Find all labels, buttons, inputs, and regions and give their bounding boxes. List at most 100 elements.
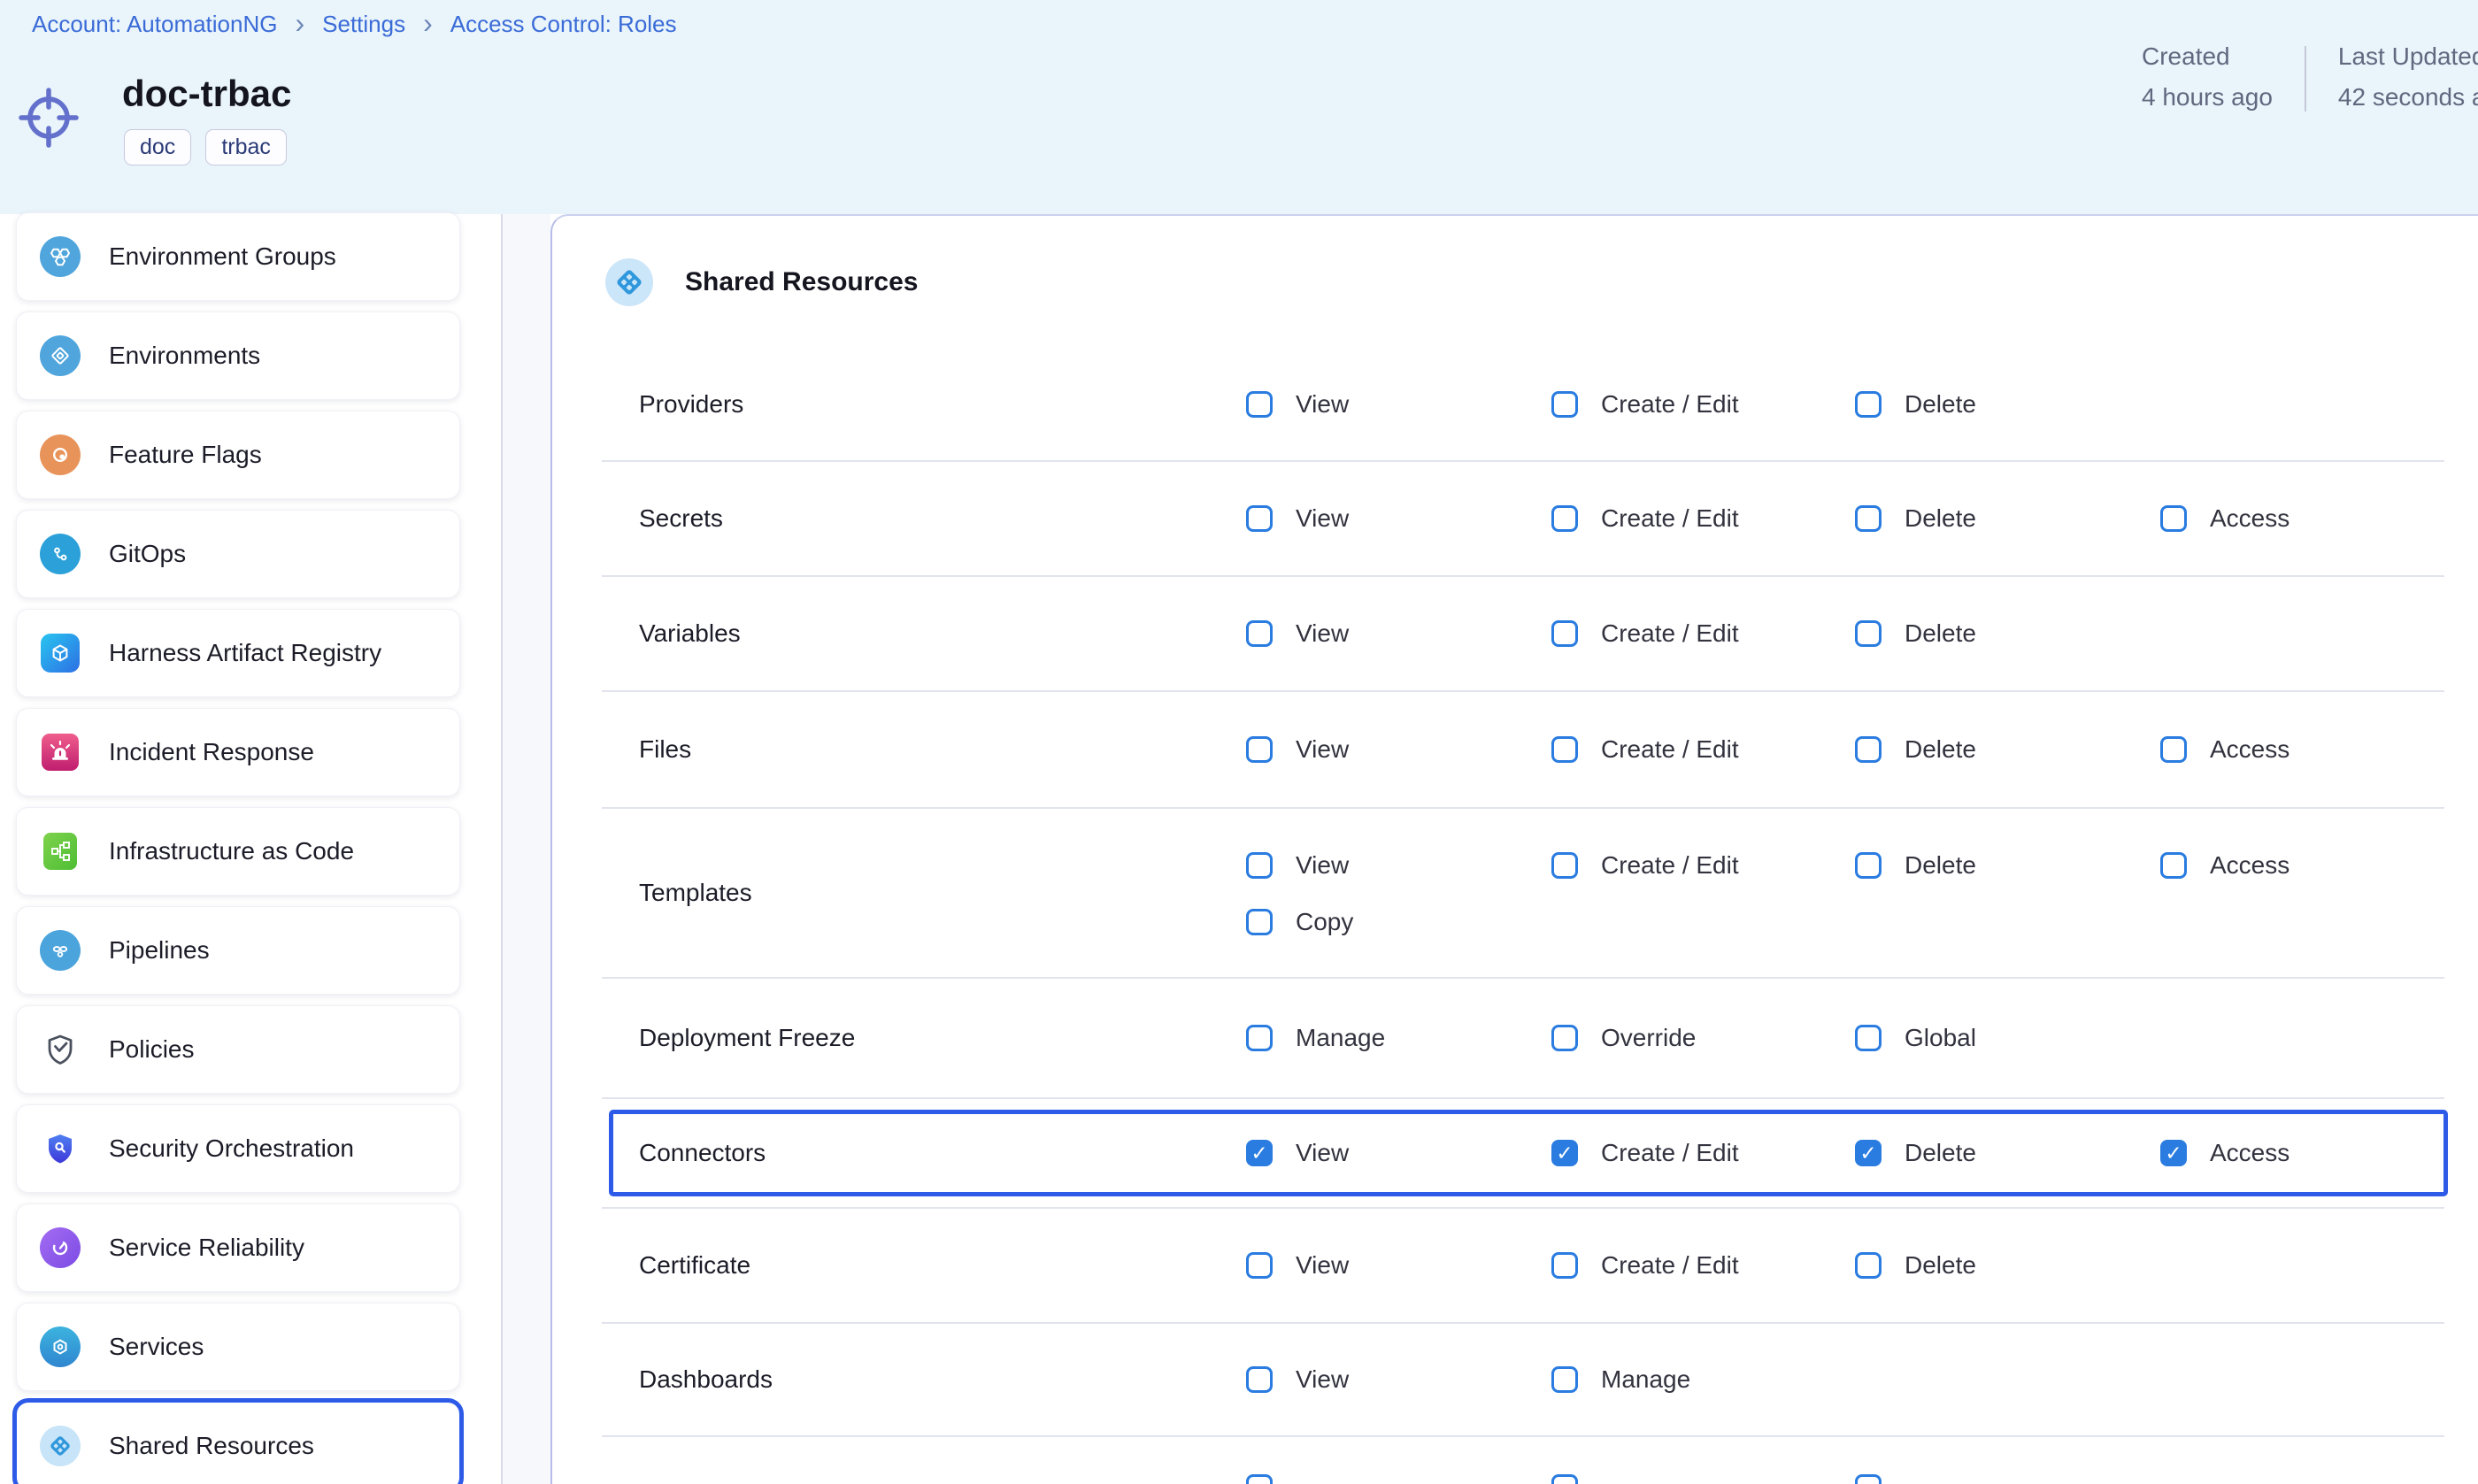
environments-icon	[40, 335, 81, 376]
permission-cell: View	[1246, 390, 1551, 419]
checkbox-create-edit[interactable]	[1551, 736, 1578, 763]
resource-name: Dashboards	[602, 1365, 1246, 1394]
checkbox[interactable]	[1551, 1474, 1578, 1484]
breadcrumb-account-link[interactable]: Account: AutomationNG	[32, 11, 277, 38]
permission-label: Delete	[1905, 1251, 1976, 1280]
permission-cell: Manage	[1246, 1024, 1551, 1052]
checkbox-view[interactable]	[1246, 391, 1273, 418]
sidebar-item-gitops[interactable]: GitOps	[16, 510, 460, 598]
sidebar-item-service-reliability[interactable]: Service Reliability	[16, 1203, 460, 1292]
permission-cell: View	[1246, 1251, 1551, 1280]
role-meta: Created 4 hours ago Last Updated 42 seco…	[2142, 42, 2478, 111]
permission-cell: View	[1246, 619, 1551, 648]
sidebar-item-services[interactable]: Services	[16, 1303, 460, 1391]
gitops-icon	[40, 534, 81, 574]
permission-label: View	[1296, 1139, 1349, 1167]
permissions-table: Providers View Create / Edit Delete Secr…	[602, 349, 2444, 1484]
page-title: doc-trbac	[122, 73, 291, 115]
checkbox[interactable]	[1855, 1474, 1882, 1484]
permission-label: Create / Edit	[1601, 390, 1739, 419]
last-updated-value: 42 seconds ago	[2338, 83, 2478, 111]
checkbox-access[interactable]	[2160, 852, 2187, 879]
shared-resources-icon	[605, 258, 653, 306]
sidebar-item-infrastructure-as-code[interactable]: Infrastructure as Code	[16, 807, 460, 896]
permission-label: Override	[1601, 1024, 1696, 1052]
checkbox-create-edit[interactable]	[1551, 505, 1578, 532]
resource-row-providers: Providers View Create / Edit Delete	[602, 349, 2444, 462]
resource-row-connectors: Connectors View Create / Edit Delete Acc…	[602, 1099, 2444, 1209]
pipelines-icon	[40, 930, 81, 971]
breadcrumb-roles-link[interactable]: Access Control: Roles	[450, 11, 677, 38]
security-orchestration-icon	[40, 1128, 81, 1169]
sidebar-item-label: Pipelines	[109, 936, 210, 965]
checkbox-view[interactable]	[1246, 736, 1273, 763]
permission-cell: Access	[2160, 851, 2444, 880]
permission-label: Access	[2210, 504, 2289, 533]
checkbox-create-edit[interactable]	[1551, 852, 1578, 879]
sidebar-item-incident-response[interactable]: Incident Response	[16, 708, 460, 796]
permission-label: View	[1296, 735, 1349, 764]
checkbox-create-edit[interactable]	[1551, 1252, 1578, 1279]
checkbox-delete[interactable]	[1855, 1140, 1882, 1166]
sidebar-item-environments[interactable]: Environments	[16, 311, 460, 400]
sidebar-item-security-orchestration[interactable]: Security Orchestration	[16, 1104, 460, 1193]
checkbox-access[interactable]	[2160, 505, 2187, 532]
sidebar-main-divider	[501, 214, 550, 1484]
sidebar-item-label: Shared Resources	[109, 1432, 314, 1460]
checkbox-create-edit[interactable]	[1551, 1140, 1578, 1166]
checkbox-access[interactable]	[2160, 736, 2187, 763]
checkbox-delete[interactable]	[1855, 736, 1882, 763]
permission-cell: Global	[1855, 1024, 2160, 1052]
permission-label: Access	[2210, 1139, 2289, 1167]
checkbox-delete[interactable]	[1855, 391, 1882, 418]
checkbox-view[interactable]	[1246, 505, 1273, 532]
resource-name: Files	[602, 735, 1246, 764]
checkbox[interactable]	[1246, 1474, 1273, 1484]
created-label: Created	[2142, 42, 2273, 71]
checkbox-delete[interactable]	[1855, 852, 1882, 879]
permission-label: Manage	[1601, 1365, 1690, 1394]
checkbox-override[interactable]	[1551, 1025, 1578, 1051]
checkbox-create-edit[interactable]	[1551, 391, 1578, 418]
checkbox-delete[interactable]	[1855, 1252, 1882, 1279]
checkbox-manage[interactable]	[1246, 1025, 1273, 1051]
permission-label: View	[1296, 390, 1349, 419]
sidebar-item-label: GitOps	[109, 540, 186, 568]
checkbox-create-edit[interactable]	[1551, 620, 1578, 647]
checkbox-view[interactable]	[1246, 1366, 1273, 1393]
breadcrumb-settings-link[interactable]: Settings	[322, 11, 405, 38]
checkbox-view[interactable]	[1246, 852, 1273, 879]
sidebar-item-harness-artifact-registry[interactable]: Harness Artifact Registry	[16, 609, 460, 697]
tag-trbac: trbac	[205, 129, 287, 165]
checkbox-manage[interactable]	[1551, 1366, 1578, 1393]
sidebar-item-label: Policies	[109, 1035, 194, 1064]
created-value: 4 hours ago	[2142, 83, 2273, 111]
permission-cell: Create / Edit	[1551, 1251, 1855, 1280]
sidebar-item-pipelines[interactable]: Pipelines	[16, 906, 460, 995]
permission-cell: Access	[2160, 735, 2444, 764]
checkbox-view[interactable]	[1246, 1140, 1273, 1166]
sidebar-item-shared-resources[interactable]: Shared Resources	[16, 1402, 460, 1484]
artifact-registry-icon	[40, 633, 81, 673]
checkbox-view[interactable]	[1246, 620, 1273, 647]
permission-label: Delete	[1905, 619, 1976, 648]
feature-flags-icon	[40, 434, 81, 475]
sidebar-item-label: Environment Groups	[109, 242, 336, 271]
sidebar-item-policies[interactable]: Policies	[16, 1005, 460, 1094]
checkbox-delete[interactable]	[1855, 505, 1882, 532]
checkbox-view[interactable]	[1246, 1252, 1273, 1279]
checkbox-global[interactable]	[1855, 1025, 1882, 1051]
permission-label: Create / Edit	[1601, 735, 1739, 764]
checkbox-delete[interactable]	[1855, 620, 1882, 647]
resource-name: Deployment Freeze	[602, 1024, 1246, 1052]
permission-label: View	[1296, 1251, 1349, 1280]
checkbox-access[interactable]	[2160, 1140, 2187, 1166]
sidebar-item-feature-flags[interactable]: Feature Flags	[16, 411, 460, 499]
checkbox-copy[interactable]	[1246, 909, 1273, 935]
permission-label: Create / Edit	[1601, 619, 1739, 648]
permission-label: Delete	[1905, 851, 1976, 880]
breadcrumb: Account: AutomationNG › Settings › Acces…	[32, 11, 677, 38]
resource-row-templates: Templates View Create / Edit Delete Acce	[602, 809, 2444, 979]
sidebar-item-environment-groups[interactable]: Environment Groups	[16, 212, 460, 301]
permission-label: View	[1296, 1365, 1349, 1394]
